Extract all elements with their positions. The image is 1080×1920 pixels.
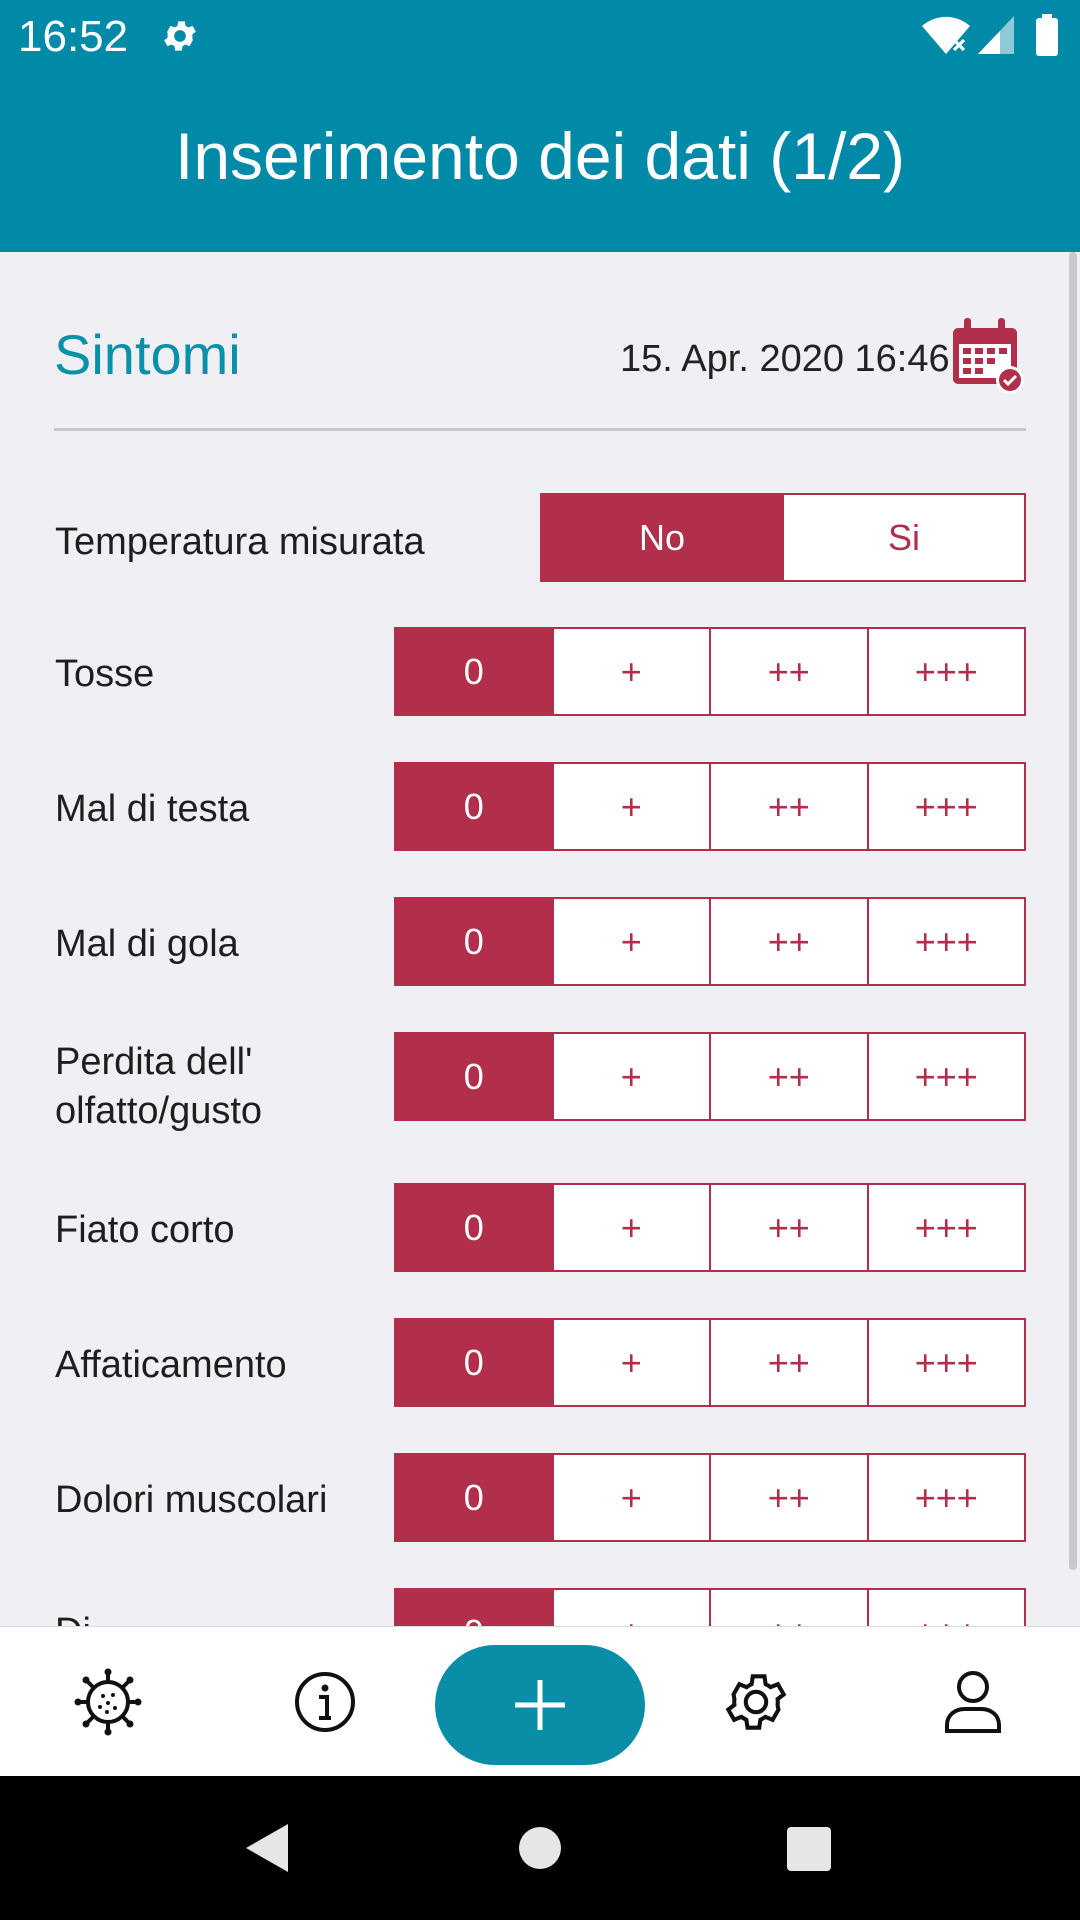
severity-option-2[interactable]: ++ — [709, 764, 867, 849]
battery-icon — [1036, 14, 1058, 56]
symptom-label-perdita-olfatto: Perdita dell' olfatto/gusto — [55, 1041, 263, 1132]
severity-option-1[interactable]: + — [551, 1455, 710, 1540]
section-divider — [54, 428, 1026, 431]
severity-option-2[interactable]: ++ — [709, 1455, 867, 1540]
plus-icon — [515, 1680, 565, 1730]
system-nav-bar — [0, 1776, 1080, 1920]
severity-option-2[interactable]: ++ — [709, 1590, 867, 1626]
entry-datetime[interactable]: 15. Apr. 2020 16:46 — [620, 338, 950, 381]
severity-option-0[interactable]: 0 — [396, 899, 552, 984]
severity-option-3[interactable]: +++ — [866, 1590, 1025, 1626]
severity-option-3[interactable]: +++ — [866, 1455, 1025, 1540]
severity-option-1[interactable]: + — [551, 899, 710, 984]
severity-option-1[interactable]: + — [551, 1185, 710, 1270]
severity-selector-affaticamento[interactable]: 0 + ++ +++ — [394, 1318, 1026, 1407]
symptom-label-mal-di-gola: Mal di gola — [55, 923, 239, 965]
info-icon[interactable] — [290, 1667, 360, 1737]
symptom-form[interactable]: Sintomi 15. Apr. 2020 16:46 Temperatura … — [0, 252, 1080, 1626]
symptom-label-affaticamento: Affaticamento — [55, 1344, 287, 1386]
temperature-option-si[interactable]: Si — [782, 495, 1024, 580]
temperature-toggle[interactable]: No Si — [540, 493, 1026, 582]
recents-icon[interactable] — [786, 1826, 832, 1872]
severity-option-3[interactable]: +++ — [866, 764, 1025, 849]
severity-option-0[interactable]: 0 — [396, 1185, 552, 1270]
severity-option-0[interactable]: 0 — [396, 1590, 552, 1626]
severity-selector-fiato-corto[interactable]: 0 + ++ +++ — [394, 1183, 1026, 1272]
scrollbar[interactable] — [1069, 252, 1077, 1570]
cell-signal-icon — [978, 16, 1014, 54]
severity-selector-tosse[interactable]: 0 + ++ +++ — [394, 627, 1026, 716]
wifi-icon — [922, 16, 970, 54]
severity-option-3[interactable]: +++ — [866, 1320, 1025, 1405]
severity-option-3[interactable]: +++ — [866, 899, 1025, 984]
person-icon[interactable] — [938, 1667, 1008, 1737]
virus-icon[interactable] — [73, 1667, 143, 1737]
severity-option-2[interactable]: ++ — [709, 1034, 867, 1119]
severity-option-3[interactable]: +++ — [866, 629, 1025, 714]
temperature-label: Temperatura misurata — [55, 521, 425, 563]
severity-option-1[interactable]: + — [551, 629, 710, 714]
page-title: Inserimento dei dati (1/2) — [174, 119, 906, 193]
back-icon[interactable] — [244, 1822, 292, 1874]
temperature-option-no[interactable]: No — [542, 495, 782, 580]
severity-option-3[interactable]: +++ — [866, 1034, 1025, 1119]
severity-option-0[interactable]: 0 — [396, 1455, 552, 1540]
bottom-nav — [0, 1626, 1080, 1777]
severity-option-0[interactable]: 0 — [396, 1320, 552, 1405]
symptom-label-dolori-muscolari: Dolori muscolari — [55, 1479, 328, 1521]
symptom-label-tosse: Tosse — [55, 653, 155, 695]
status-time: 16:52 — [18, 12, 129, 61]
calendar-check-icon[interactable] — [948, 314, 1028, 394]
severity-selector-mal-di-testa[interactable]: 0 + ++ +++ — [394, 762, 1026, 851]
severity-option-1[interactable]: + — [551, 1590, 710, 1626]
symptom-label-partial: Di — [55, 1608, 91, 1626]
symptom-label-fiato-corto: Fiato corto — [55, 1209, 235, 1251]
symptom-label-mal-di-testa: Mal di testa — [55, 788, 250, 830]
severity-option-2[interactable]: ++ — [709, 1320, 867, 1405]
severity-option-2[interactable]: ++ — [709, 629, 867, 714]
status-bar: 16:52 — [0, 0, 1080, 75]
severity-option-1[interactable]: + — [551, 1034, 710, 1119]
gear-icon[interactable] — [721, 1667, 791, 1737]
severity-option-3[interactable]: +++ — [866, 1185, 1025, 1270]
severity-option-2[interactable]: ++ — [709, 899, 867, 984]
severity-selector-mal-di-gola[interactable]: 0 + ++ +++ — [394, 897, 1026, 986]
add-entry-button[interactable] — [435, 1645, 645, 1765]
severity-selector-perdita-olfatto[interactable]: 0 + ++ +++ — [394, 1032, 1026, 1121]
severity-option-0[interactable]: 0 — [396, 629, 552, 714]
settings-status-icon — [164, 21, 196, 51]
severity-option-1[interactable]: + — [551, 764, 710, 849]
home-icon[interactable] — [518, 1826, 562, 1870]
severity-selector-partial[interactable]: 0 + ++ +++ — [394, 1588, 1026, 1626]
severity-selector-dolori-muscolari[interactable]: 0 + ++ +++ — [394, 1453, 1026, 1542]
severity-option-0[interactable]: 0 — [396, 1034, 552, 1119]
severity-option-0[interactable]: 0 — [396, 764, 552, 849]
severity-option-2[interactable]: ++ — [709, 1185, 867, 1270]
severity-option-1[interactable]: + — [551, 1320, 710, 1405]
section-title: Sintomi — [54, 323, 241, 386]
